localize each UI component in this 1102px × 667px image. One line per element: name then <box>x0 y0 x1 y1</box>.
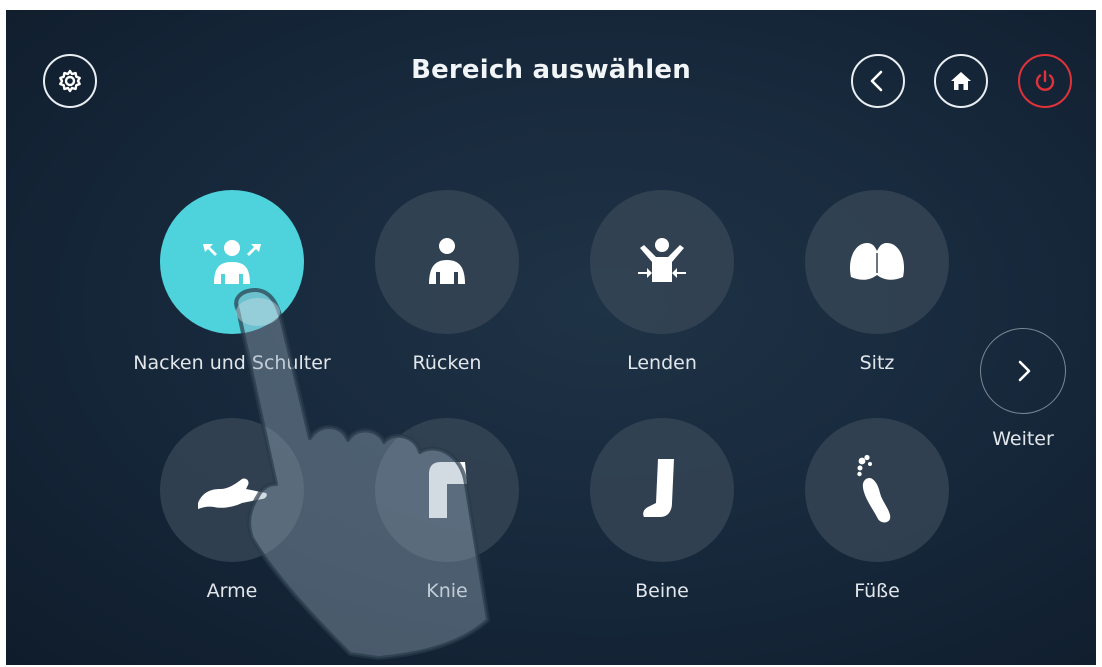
area-label: Beine <box>635 580 689 602</box>
chevron-right-icon <box>1018 360 1031 382</box>
neck-shoulder-icon <box>203 240 261 284</box>
arm-icon <box>198 478 267 509</box>
next-label: Weiter <box>992 428 1054 450</box>
chevron-left-icon <box>870 70 883 92</box>
area-circle <box>160 418 304 562</box>
area-circle <box>805 418 949 562</box>
back-button[interactable] <box>851 54 905 108</box>
massage-area-screen: Bereich auswählen Nacken und Schulter Rü… <box>6 10 1096 665</box>
foot-icon <box>857 454 891 523</box>
area-circle <box>375 190 519 334</box>
seat-icon <box>849 243 905 280</box>
area-ruecken[interactable]: Rücken <box>337 190 557 390</box>
knee-icon <box>429 462 467 518</box>
area-label: Knie <box>426 580 468 602</box>
area-circle <box>160 190 304 334</box>
home-button[interactable] <box>934 54 988 108</box>
area-label: Nacken und Schulter <box>133 352 331 374</box>
power-icon <box>1035 70 1055 91</box>
area-beine[interactable]: Beine <box>552 418 772 618</box>
area-circle <box>805 190 949 334</box>
area-label: Lenden <box>627 352 697 374</box>
area-fuesse[interactable]: Füße <box>767 418 987 618</box>
area-sitz[interactable]: Sitz <box>767 190 987 390</box>
next-button[interactable] <box>980 328 1066 414</box>
area-arme[interactable]: Arme <box>122 418 342 618</box>
area-nacken-und-schulter[interactable]: Nacken und Schulter <box>122 190 342 390</box>
area-label: Sitz <box>859 352 895 374</box>
area-circle <box>375 418 519 562</box>
lumbar-icon <box>638 238 686 282</box>
home-icon <box>951 72 971 90</box>
area-label: Arme <box>206 580 258 602</box>
area-label: Rücken <box>412 352 482 374</box>
page-title: Bereich auswählen <box>411 55 691 85</box>
area-knie[interactable]: Knie <box>337 418 557 618</box>
power-button[interactable] <box>1018 54 1072 108</box>
area-lenden[interactable]: Lenden <box>552 190 772 390</box>
area-circle <box>590 418 734 562</box>
area-label: Füße <box>854 580 900 602</box>
leg-icon <box>643 459 674 517</box>
back-icon <box>429 238 465 284</box>
area-circle <box>590 190 734 334</box>
